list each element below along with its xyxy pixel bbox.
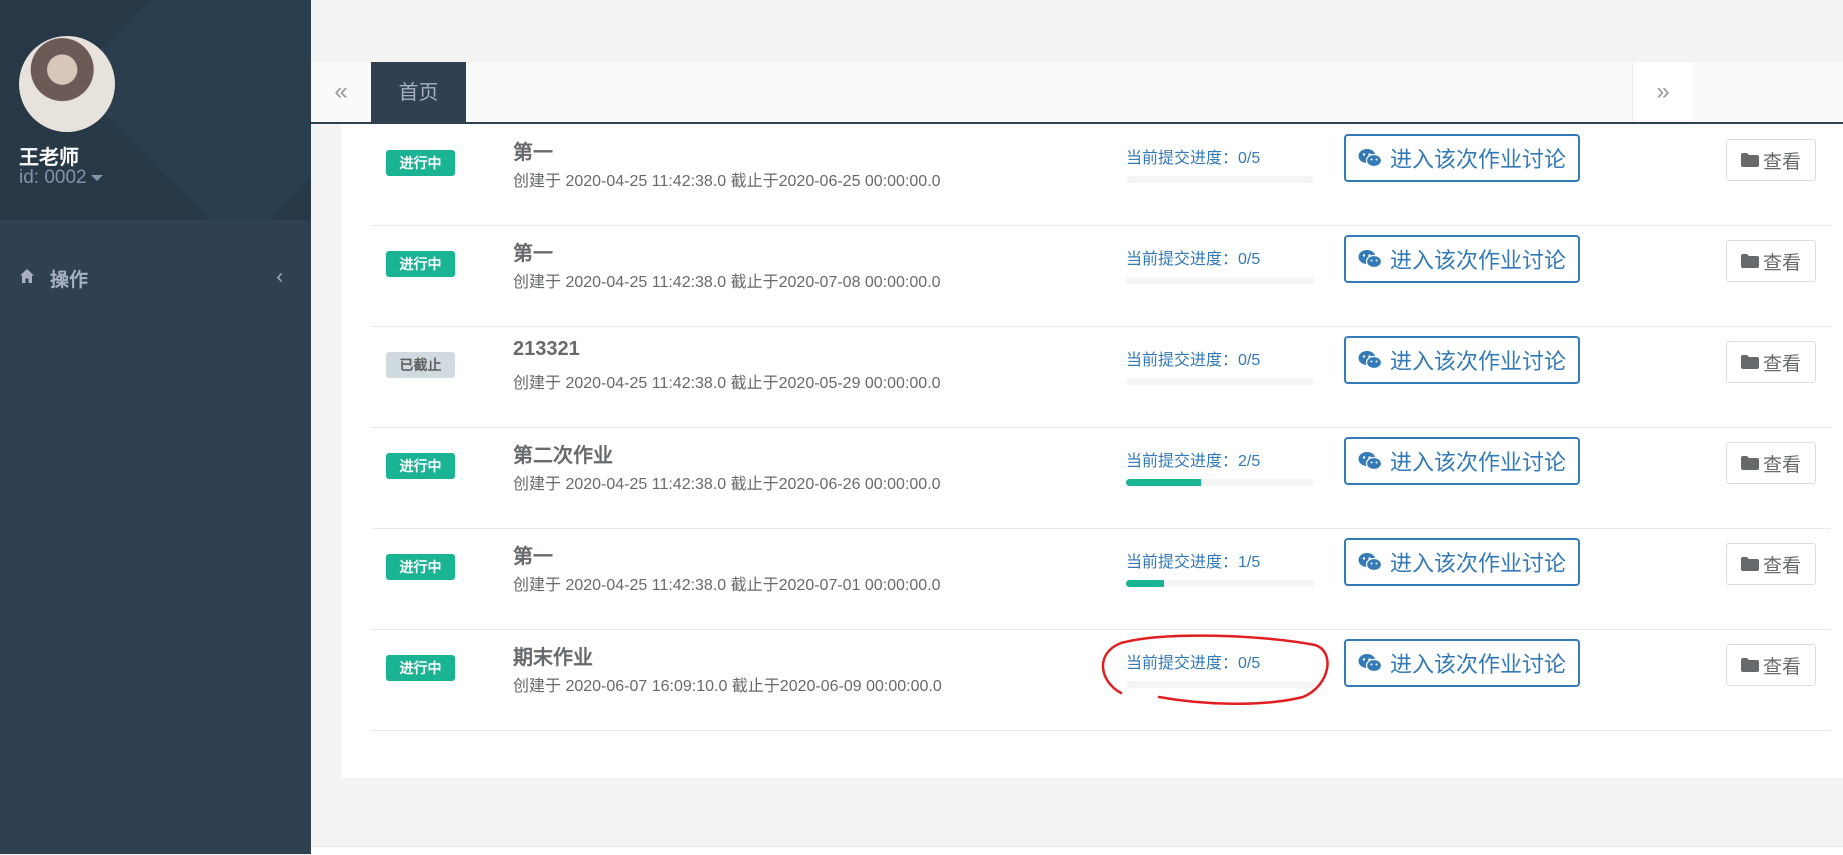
homework-panel: 进行中 第一 创建于 2020-04-25 11:42:38.0 截止于2020-0… (341, 124, 1843, 778)
tab-home[interactable]: 首页 (371, 62, 466, 124)
homework-title: 第一 (513, 243, 553, 265)
view-button-label: 查看 (1762, 656, 1801, 678)
wechat-icon (1358, 553, 1382, 572)
sidebar-item-operations[interactable]: 操作 ‹ (0, 262, 311, 292)
discussion-button[interactable]: 进入该次作业讨论 (1344, 336, 1580, 384)
view-button-label: 查看 (1762, 151, 1801, 173)
progress-bar (1126, 378, 1314, 385)
view-button-label: 查看 (1762, 555, 1801, 577)
progress-bar-fill (1126, 479, 1202, 486)
wechat-icon (1358, 149, 1382, 168)
status-badge: 进行中 (386, 150, 455, 176)
teacher-name: 王老师 (19, 147, 79, 169)
caret-down-icon (90, 174, 103, 181)
homework-dates: 创建于 2020-04-25 11:42:38.0 截止于2020-06-25 … (513, 173, 941, 190)
avatar[interactable] (19, 36, 115, 132)
progress-label: 当前提交进度：0/5 (1126, 352, 1261, 369)
progress-label: 当前提交进度：2/5 (1126, 453, 1261, 470)
folder-icon (1740, 254, 1759, 268)
sidebar-item-label: 操作 (50, 270, 89, 291)
profile-card: 王老师 id: 0002 (0, 0, 311, 220)
progress-bar (1126, 681, 1314, 688)
wechat-icon (1358, 654, 1382, 673)
folder-icon (1740, 153, 1759, 167)
status-badge: 进行中 (386, 251, 455, 277)
progress-bar (1126, 176, 1314, 183)
tab-scroll-left-button[interactable]: « (311, 62, 372, 122)
discussion-button-label: 进入该次作业讨论 (1389, 147, 1566, 172)
homework-row: 进行中 第二次作业创建于 2020-04-25 11:42:38.0 截止于202… (371, 427, 1831, 529)
top-bar (311, 0, 1843, 63)
status-badge: 进行中 (386, 554, 455, 580)
homework-row: 进行中 第一创建于 2020-04-25 11:42:38.0 截止于2020-0… (371, 225, 1831, 327)
homework-row: 进行中 期末作业创建于 2020-06-07 16:09:10.0 截止于2020… (371, 629, 1831, 731)
progress-bar-fill (1126, 580, 1164, 587)
sidebar: 王老师 id: 0002 操作 ‹ (0, 0, 311, 854)
discussion-button[interactable]: 进入该次作业讨论 (1344, 437, 1580, 485)
discussion-button-label: 进入该次作业讨论 (1389, 248, 1566, 273)
discussion-button[interactable]: 进入该次作业讨论 (1344, 235, 1580, 283)
discussion-button[interactable]: 进入该次作业讨论 (1344, 134, 1580, 182)
progress-label: 当前提交进度：0/5 (1126, 150, 1261, 167)
discussion-button-label: 进入该次作业讨论 (1389, 450, 1566, 475)
progress-bar (1126, 277, 1314, 284)
progress-label: 当前提交进度：0/5 (1126, 251, 1261, 268)
teacher-id-label: id: 0002 (19, 167, 87, 188)
wechat-icon (1358, 351, 1382, 370)
homework-dates: 创建于 2020-04-25 11:42:38.0 截止于2020-07-01 … (513, 577, 941, 594)
homework-title: 第二次作业 (513, 445, 613, 467)
tab-scroll-right-button[interactable]: » (1632, 62, 1693, 122)
folder-icon (1740, 456, 1759, 470)
chevron-left-icon: ‹ (276, 266, 283, 288)
status-badge: 进行中 (386, 453, 455, 479)
progress-label: 当前提交进度：1/5 (1126, 554, 1261, 571)
homework-title: 第一 (513, 546, 553, 568)
discussion-button-label: 进入该次作业讨论 (1389, 349, 1566, 374)
folder-icon (1740, 557, 1759, 571)
view-button-label: 查看 (1762, 454, 1801, 476)
discussion-button[interactable]: 进入该次作业讨论 (1344, 538, 1580, 586)
progress-bar (1126, 479, 1314, 486)
wechat-icon (1358, 452, 1382, 471)
homework-title: 213321 (513, 338, 580, 360)
folder-icon (1740, 658, 1759, 672)
view-button[interactable]: 查看 (1726, 341, 1816, 383)
homework-row: 进行中 第一创建于 2020-04-25 11:42:38.0 截止于2020-0… (371, 528, 1831, 630)
homework-title: 期末作业 (513, 647, 593, 669)
view-button[interactable]: 查看 (1726, 442, 1816, 484)
homework-title: 第一 (513, 142, 553, 164)
view-button[interactable]: 查看 (1726, 139, 1816, 181)
status-badge: 已截止 (386, 352, 455, 378)
progress-label: 当前提交进度：0/5 (1126, 655, 1261, 672)
view-button-label: 查看 (1762, 252, 1801, 274)
view-button[interactable]: 查看 (1726, 240, 1816, 282)
homework-dates: 创建于 2020-06-07 16:09:10.0 截止于2020-06-09 … (513, 678, 942, 695)
discussion-button-label: 进入该次作业讨论 (1389, 551, 1566, 576)
folder-icon (1740, 355, 1759, 369)
wechat-icon (1358, 250, 1382, 269)
homework-row: 已截止 213321 创建于 2020-04-25 11:42:38.0 截止于20… (371, 326, 1831, 428)
teacher-id-dropdown[interactable]: id: 0002 (19, 167, 103, 189)
progress-bar (1126, 580, 1314, 587)
view-button-label: 查看 (1762, 353, 1801, 375)
tab-bar: « 首页 » (311, 62, 1843, 124)
status-badge: 进行中 (386, 655, 455, 681)
discussion-button-label: 进入该次作业讨论 (1389, 652, 1566, 677)
discussion-button[interactable]: 进入该次作业讨论 (1344, 639, 1580, 687)
home-icon (19, 268, 35, 289)
view-button[interactable]: 查看 (1726, 543, 1816, 585)
homework-dates: 创建于 2020-04-25 11:42:38.0 截止于2020-07-08 … (513, 274, 941, 291)
homework-dates: 创建于 2020-04-25 11:42:38.0 截止于2020-06-26 … (513, 476, 941, 493)
homework-row: 进行中 第一创建于 2020-04-25 11:42:38.0 截止于2020-0… (371, 124, 1831, 226)
view-button[interactable]: 查看 (1726, 644, 1816, 686)
homework-dates: 创建于 2020-04-25 11:42:38.0 截止于2020-05-29 … (513, 375, 941, 392)
